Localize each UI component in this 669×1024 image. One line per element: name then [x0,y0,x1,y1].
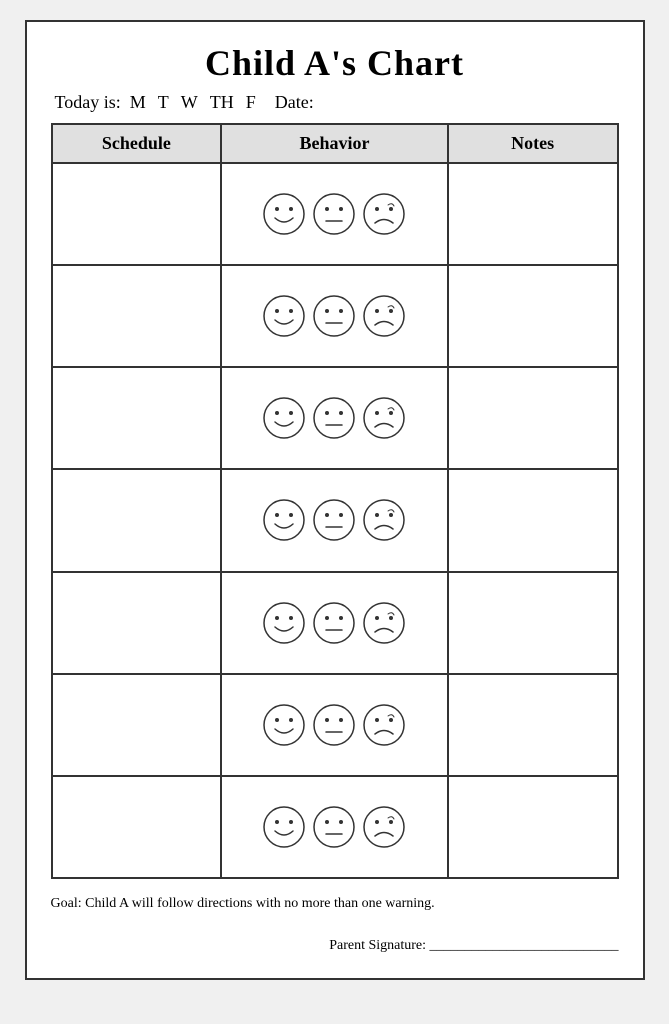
neutral-face-icon [312,805,356,849]
table-row [52,163,618,265]
face-group [224,697,444,753]
face-group [224,288,444,344]
table-row [52,469,618,571]
neutral-face-icon [312,498,356,542]
day-tuesday: T [158,92,169,113]
day-thursday: TH [210,92,234,113]
face-group [224,492,444,548]
neutral-face-icon [312,601,356,645]
schedule-cell [52,674,222,776]
day-friday: F [246,92,256,113]
behavior-cell-container [221,469,447,571]
face-group [224,186,444,242]
behavior-cell-container [221,776,447,878]
behavior-cell-container [221,367,447,469]
behavior-cell-container [221,572,447,674]
happy-face-icon [262,498,306,542]
table-row [52,367,618,469]
sad-face-icon [362,601,406,645]
header-schedule: Schedule [52,124,222,163]
schedule-cell [52,776,222,878]
schedule-cell [52,572,222,674]
today-label: Today is: [55,92,121,113]
day-monday: M [130,92,146,113]
today-row: Today is: M T W TH F Date: [51,92,619,113]
sad-face-icon [362,805,406,849]
sad-face-icon [362,498,406,542]
schedule-cell [52,469,222,571]
day-wednesday: W [181,92,198,113]
signature-label: Parent Signature: ______________________… [329,938,618,954]
date-label: Date: [275,92,314,113]
notes-cell [448,469,618,571]
header-notes: Notes [448,124,618,163]
table-row [52,776,618,878]
sad-face-icon [362,294,406,338]
notes-cell [448,572,618,674]
goal-text: Goal: Child A will follow directions wit… [51,889,619,918]
schedule-cell [52,163,222,265]
happy-face-icon [262,294,306,338]
schedule-cell [52,265,222,367]
table-row [52,265,618,367]
page: Child A's Chart Today is: M T W TH F Dat… [25,20,645,980]
sad-face-icon [362,703,406,747]
notes-cell [448,265,618,367]
header-behavior: Behavior [221,124,447,163]
notes-cell [448,674,618,776]
notes-cell [448,163,618,265]
notes-cell [448,776,618,878]
notes-cell [448,367,618,469]
behavior-cell-container [221,265,447,367]
happy-face-icon [262,601,306,645]
behavior-cell-container [221,674,447,776]
face-group [224,390,444,446]
happy-face-icon [262,396,306,440]
neutral-face-icon [312,703,356,747]
behavior-cell-container [221,163,447,265]
signature-row: Parent Signature: ______________________… [51,938,619,954]
face-group [224,595,444,651]
page-title: Child A's Chart [51,42,619,84]
neutral-face-icon [312,396,356,440]
happy-face-icon [262,805,306,849]
sad-face-icon [362,192,406,236]
neutral-face-icon [312,192,356,236]
table-row [52,572,618,674]
behavior-chart: Schedule Behavior Notes [51,123,619,879]
neutral-face-icon [312,294,356,338]
table-row [52,674,618,776]
schedule-cell [52,367,222,469]
sad-face-icon [362,396,406,440]
face-group [224,799,444,855]
happy-face-icon [262,703,306,747]
happy-face-icon [262,192,306,236]
